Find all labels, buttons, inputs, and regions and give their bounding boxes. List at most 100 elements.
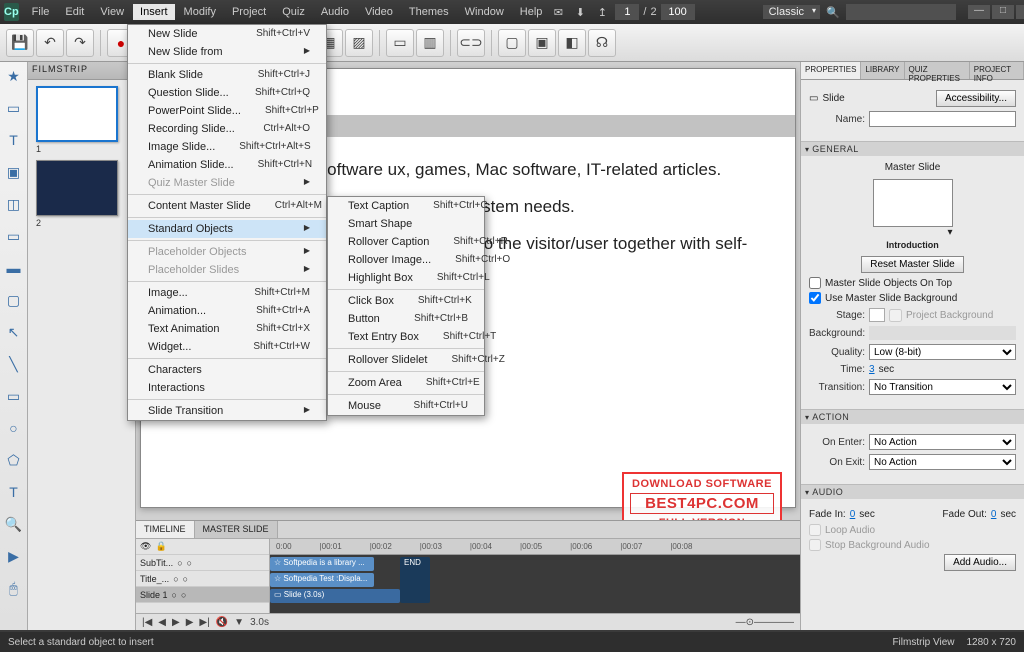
menuitem-zoom-area[interactable]: Zoom AreaShift+Ctrl+E (328, 374, 484, 392)
tl-end[interactable]: ▶| (199, 617, 209, 628)
menuitem-powerpoint-slide-[interactable]: PowerPoint Slide...Shift+Ctrl+P (128, 102, 326, 120)
slide-name-input[interactable] (869, 111, 1016, 127)
add-audio-button[interactable]: Add Audio... (944, 554, 1016, 571)
workspace-switcher[interactable]: Classic (763, 5, 820, 19)
text-tool[interactable]: T (4, 130, 24, 150)
text-caption-tool[interactable]: ▭ (4, 98, 24, 118)
current-slide-field[interactable]: 1 (615, 4, 639, 20)
tl-bar-slide[interactable]: ▭ Slide (3.0s) (270, 589, 400, 603)
menuitem-new-slide[interactable]: New SlideShift+Ctrl+V (128, 25, 326, 43)
redo-button[interactable]: ↷ (66, 29, 94, 57)
menuitem-recording-slide-[interactable]: Recording Slide...Ctrl+Alt+O (128, 120, 326, 138)
tab-properties[interactable]: PROPERTIES (801, 62, 861, 79)
menu-insert[interactable]: Insert (133, 4, 175, 20)
tl-back[interactable]: ◀ (158, 617, 166, 628)
highlight-tool[interactable]: ◫ (4, 194, 24, 214)
chk-use-master-bg[interactable] (809, 292, 821, 304)
menuitem-characters[interactable]: Characters (128, 361, 326, 379)
on-exit-select[interactable]: No Action (869, 454, 1016, 470)
mouse-tool[interactable]: 🖱 (4, 578, 24, 598)
save-button[interactable]: 💾 (6, 29, 34, 57)
tl-bar-subtitle[interactable]: ☆ Softpedia is a library ... (270, 557, 374, 571)
menuitem-interactions[interactable]: Interactions (128, 379, 326, 397)
zoom-tool[interactable]: 🔍 (4, 514, 24, 534)
menuitem-smart-shape[interactable]: Smart Shape (328, 215, 484, 233)
tl-mute[interactable]: 🔇 (216, 617, 228, 628)
menuitem-blank-slide[interactable]: Blank SlideShift+Ctrl+J (128, 66, 326, 84)
menuitem-question-slide-[interactable]: Question Slide...Shift+Ctrl+Q (128, 84, 326, 102)
section-general[interactable]: GENERAL (801, 142, 1024, 156)
menu-quiz[interactable]: Quiz (275, 4, 312, 20)
entry-box-tool[interactable]: ▢ (4, 290, 24, 310)
reset-master-button[interactable]: Reset Master Slide (861, 256, 963, 273)
minimize-button[interactable]: — (968, 5, 990, 19)
menuitem-rollover-image-[interactable]: Rollover Image...Shift+Ctrl+O (328, 251, 484, 269)
tab-project-info[interactable]: PROJECT INFO (970, 62, 1024, 79)
grid-button[interactable]: ▭ (386, 29, 414, 57)
menuitem-image-slide-[interactable]: Image Slide...Shift+Ctrl+Alt+S (128, 138, 326, 156)
filmstrip-slide-2[interactable]: 2 (36, 160, 127, 228)
obj3-button[interactable]: ◧ (558, 29, 586, 57)
menuitem-animation-[interactable]: Animation...Shift+Ctrl+A (128, 302, 326, 320)
menuitem-highlight-box[interactable]: Highlight BoxShift+Ctrl+L (328, 269, 484, 287)
rollover-tool[interactable]: ▣ (4, 162, 24, 182)
pointer-tool[interactable]: ↖ (4, 322, 24, 342)
menu-view[interactable]: View (93, 4, 131, 20)
undo-button[interactable]: ↶ (36, 29, 64, 57)
text-anim-tool[interactable]: T (4, 482, 24, 502)
tl-rewind[interactable]: |◀ (142, 617, 152, 628)
tab-quiz-properties[interactable]: QUIZ PROPERTIES (905, 62, 970, 79)
close-button[interactable]: ✕ (1016, 5, 1024, 19)
search-input[interactable] (846, 4, 956, 20)
click-box-tool[interactable]: ▭ (4, 226, 24, 246)
video-tool[interactable]: ▶ (4, 546, 24, 566)
menuitem-button[interactable]: ButtonShift+Ctrl+B (328, 310, 484, 328)
menu-themes[interactable]: Themes (402, 4, 456, 20)
menuitem-rollover-caption[interactable]: Rollover CaptionShift+Ctrl+R (328, 233, 484, 251)
upload-icon[interactable]: ↥ (593, 5, 611, 19)
interaction-button[interactable]: ⊂⊃ (457, 29, 485, 57)
menu-help[interactable]: Help (513, 4, 550, 20)
line-tool[interactable]: ╲ (4, 354, 24, 374)
tl-play[interactable]: ▶ (172, 617, 180, 628)
star-icon[interactable]: ★ (4, 66, 24, 86)
obj2-button[interactable]: ▣ (528, 29, 556, 57)
tl-head[interactable]: ▼ (234, 617, 244, 628)
quality-select[interactable]: Low (8-bit) (869, 344, 1016, 360)
menu-modify[interactable]: Modify (177, 4, 223, 20)
chk-objects-on-top[interactable] (809, 277, 821, 289)
button-tool[interactable]: ▬ (4, 258, 24, 278)
tab-master-slide[interactable]: MASTER SLIDE (195, 521, 278, 538)
menuitem-text-animation[interactable]: Text AnimationShift+Ctrl+X (128, 320, 326, 338)
timeline-tracks[interactable]: 0:00|00:01|00:02|00:03|00:04|00:05|00:06… (270, 539, 800, 613)
poly-tool[interactable]: ⬠ (4, 450, 24, 470)
maximize-button[interactable]: □ (992, 5, 1014, 19)
menu-window[interactable]: Window (458, 4, 511, 20)
menuitem-text-caption[interactable]: Text CaptionShift+Ctrl+C (328, 197, 484, 215)
menu-file[interactable]: File (25, 4, 57, 20)
oval-tool[interactable]: ○ (4, 418, 24, 438)
menuitem-standard-objects[interactable]: Standard Objects (128, 220, 326, 238)
menuitem-image-[interactable]: Image...Shift+Ctrl+M (128, 284, 326, 302)
menuitem-rollover-slidelet[interactable]: Rollover SlideletShift+Ctrl+Z (328, 351, 484, 369)
tl-bar-title[interactable]: ☆ Softpedia Test :Displa... (270, 573, 374, 587)
send-back-button[interactable]: ▨ (345, 29, 373, 57)
download-icon[interactable]: ⬇ (571, 5, 589, 19)
accessibility-button[interactable]: Accessibility... (936, 90, 1016, 107)
tab-timeline[interactable]: TIMELINE (136, 521, 195, 538)
menu-audio[interactable]: Audio (314, 4, 356, 20)
menuitem-new-slide-from[interactable]: New Slide from (128, 43, 326, 61)
transition-select[interactable]: No Transition (869, 379, 1016, 395)
menuitem-text-entry-box[interactable]: Text Entry BoxShift+Ctrl+T (328, 328, 484, 346)
menu-project[interactable]: Project (225, 4, 273, 20)
obj1-button[interactable]: ▢ (498, 29, 526, 57)
filmstrip-slide-1[interactable]: 1 (36, 86, 127, 154)
menuitem-slide-transition[interactable]: Slide Transition (128, 402, 326, 420)
section-action[interactable]: ACTION (801, 410, 1024, 424)
tl-fwd[interactable]: ▶ (186, 617, 194, 628)
menu-edit[interactable]: Edit (58, 4, 91, 20)
obj4-button[interactable]: ☊ (588, 29, 616, 57)
zoom-field[interactable]: 100 (661, 4, 695, 20)
snap-button[interactable]: ▥ (416, 29, 444, 57)
menuitem-animation-slide-[interactable]: Animation Slide...Shift+Ctrl+N (128, 156, 326, 174)
